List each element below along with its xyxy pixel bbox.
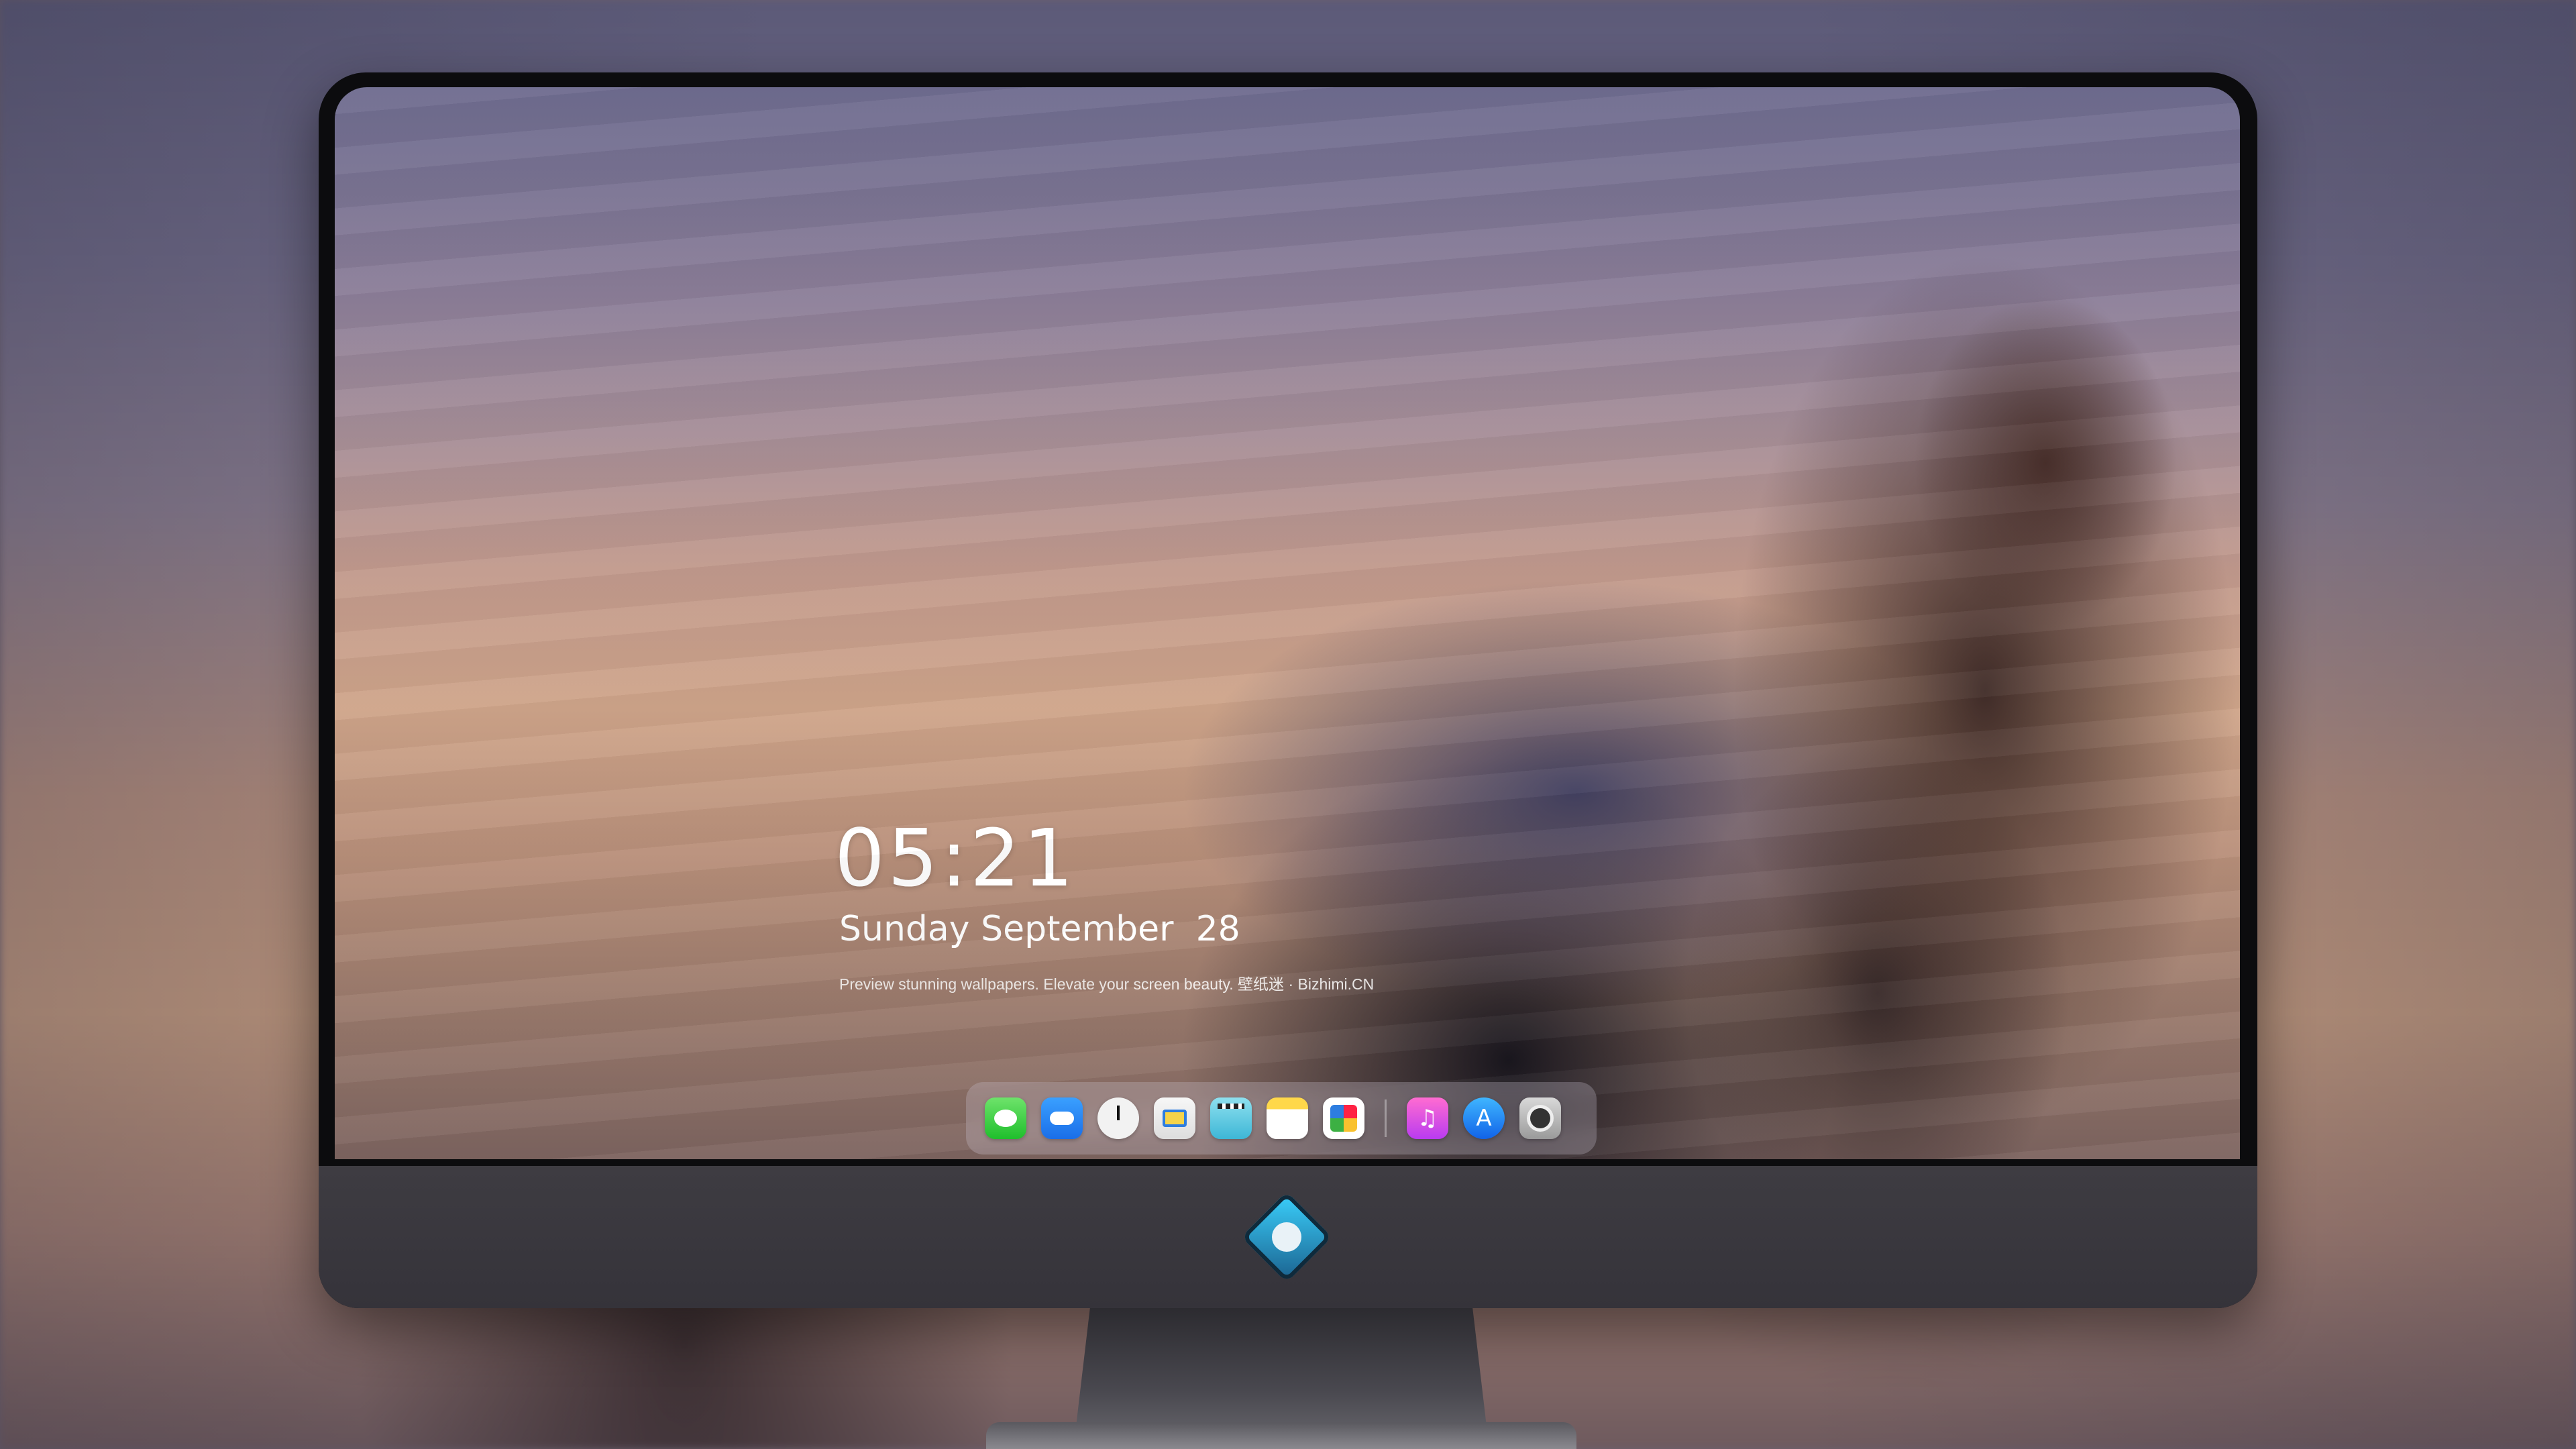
dock-separator — [1385, 1099, 1387, 1137]
lockscreen-time: 05:21 — [835, 812, 1077, 904]
preview-icon[interactable] — [1154, 1097, 1195, 1139]
dock: ♫ A — [966, 1082, 1597, 1155]
music-icon[interactable]: ♫ — [1407, 1097, 1448, 1139]
photos-icon[interactable] — [1323, 1097, 1364, 1139]
notes-icon[interactable] — [1267, 1097, 1308, 1139]
lockscreen-date: Sunday September 28 — [839, 909, 1240, 949]
monitor-stand-base — [986, 1422, 1576, 1449]
weather-icon[interactable] — [1041, 1097, 1083, 1139]
messages-icon[interactable] — [985, 1097, 1026, 1139]
monitor-chin — [319, 1166, 2257, 1308]
app-store-icon[interactable]: A — [1463, 1097, 1505, 1139]
camera-icon[interactable] — [1519, 1097, 1561, 1139]
music-glyph: ♫ — [1417, 1105, 1438, 1132]
clips-icon[interactable] — [1210, 1097, 1252, 1139]
app-store-glyph: A — [1476, 1105, 1492, 1132]
clock-icon[interactable] — [1097, 1097, 1139, 1139]
lockscreen-tagline: Preview stunning wallpapers. Elevate you… — [839, 975, 1375, 993]
screen-wallpaper: 05:21 Sunday September 28 Preview stunni… — [335, 87, 2240, 1159]
bizhimi-logo-icon — [1241, 1191, 1332, 1283]
logo-mascot-icon — [1272, 1222, 1301, 1252]
